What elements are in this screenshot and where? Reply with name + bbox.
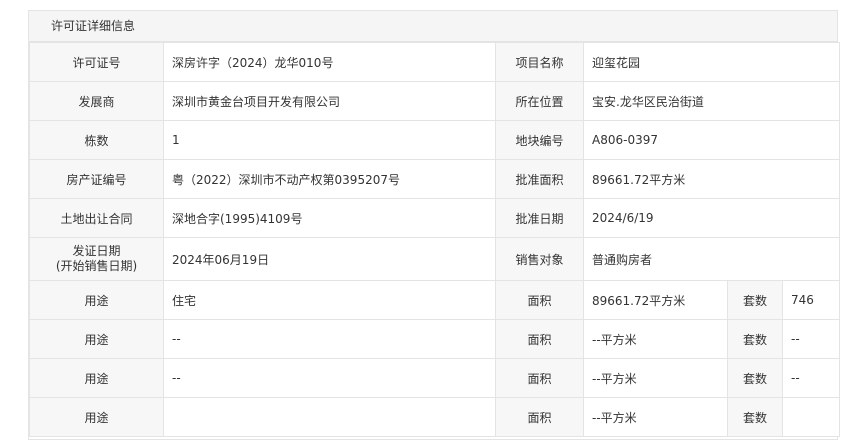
- project-name-value: 迎玺花园: [583, 42, 840, 82]
- project-name-label: 项目名称: [495, 42, 584, 82]
- units-label: 套数: [727, 397, 783, 437]
- usage-row: 用途 -- 面积 --平方米 套数 --: [29, 319, 840, 359]
- units-label: 套数: [727, 319, 783, 359]
- sales-target-value: 普通购房者: [583, 237, 840, 281]
- units-value: --: [782, 358, 840, 398]
- approved-date-label: 批准日期: [495, 198, 584, 238]
- area-label: 面积: [495, 280, 584, 320]
- land-contract-value: 深地合字(1995)4109号: [163, 198, 496, 238]
- issue-date-label: 发证日期 (开始销售日期): [29, 237, 164, 281]
- location-label: 所在位置: [495, 81, 584, 121]
- units-value: 746: [782, 280, 840, 320]
- parcel-number-value: A806-0397: [583, 120, 840, 160]
- table-row: 许可证号 深房许字（2024）龙华010号 项目名称 迎玺花园: [29, 42, 840, 82]
- license-info-table: 许可证号 深房许字（2024）龙华010号 项目名称 迎玺花园 发展商 深圳市黄…: [29, 42, 840, 437]
- usage-value: --: [163, 358, 496, 398]
- parcel-number-label: 地块编号: [495, 120, 584, 160]
- units-label: 套数: [727, 358, 783, 398]
- approved-date-value: 2024/6/19: [583, 198, 840, 238]
- building-count-value: 1: [163, 120, 496, 160]
- usage-row: 用途 -- 面积 --平方米 套数 --: [29, 358, 840, 398]
- area-value: --平方米: [583, 319, 728, 359]
- area-label: 面积: [495, 397, 584, 437]
- table-row: 土地出让合同 深地合字(1995)4109号 批准日期 2024/6/19: [29, 198, 840, 238]
- panel-title: 许可证详细信息: [29, 11, 837, 42]
- table-row: 发展商 深圳市黄金台项目开发有限公司 所在位置 宝安.龙华区民治街道: [29, 81, 840, 121]
- license-number-value: 深房许字（2024）龙华010号: [163, 42, 496, 82]
- sales-target-label: 销售对象: [495, 237, 584, 281]
- property-cert-label: 房产证编号: [29, 159, 164, 199]
- land-contract-label: 土地出让合同: [29, 198, 164, 238]
- issue-date-label-line2: (开始销售日期): [55, 259, 138, 273]
- usage-value: --: [163, 319, 496, 359]
- approved-area-value: 89661.72平方米: [583, 159, 840, 199]
- area-label: 面积: [495, 358, 584, 398]
- units-label: 套数: [727, 280, 783, 320]
- table-row: 栋数 1 地块编号 A806-0397: [29, 120, 840, 160]
- usage-row: 用途 面积 --平方米 套数: [29, 397, 840, 437]
- location-value: 宝安.龙华区民治街道: [583, 81, 840, 121]
- developer-label: 发展商: [29, 81, 164, 121]
- table-row: 房产证编号 粤（2022）深圳市不动产权第0395207号 批准面积 89661…: [29, 159, 840, 199]
- table-row: 发证日期 (开始销售日期) 2024年06月19日 销售对象 普通购房者: [29, 237, 840, 281]
- usage-label: 用途: [29, 280, 164, 320]
- area-value: --平方米: [583, 358, 728, 398]
- usage-label: 用途: [29, 397, 164, 437]
- usage-label: 用途: [29, 319, 164, 359]
- area-value: --平方米: [583, 397, 728, 437]
- usage-label: 用途: [29, 358, 164, 398]
- area-value: 89661.72平方米: [583, 280, 728, 320]
- usage-row: 用途 住宅 面积 89661.72平方米 套数 746: [29, 280, 840, 320]
- issue-date-value: 2024年06月19日: [163, 237, 496, 281]
- building-count-label: 栋数: [29, 120, 164, 160]
- developer-value: 深圳市黄金台项目开发有限公司: [163, 81, 496, 121]
- area-label: 面积: [495, 319, 584, 359]
- approved-area-label: 批准面积: [495, 159, 584, 199]
- property-cert-value: 粤（2022）深圳市不动产权第0395207号: [163, 159, 496, 199]
- usage-value: 住宅: [163, 280, 496, 320]
- units-value: [782, 397, 840, 437]
- issue-date-label-line1: 发证日期: [72, 244, 121, 258]
- units-value: --: [782, 319, 840, 359]
- license-detail-panel: 许可证详细信息 许可证号 深房许字（2024）龙华010号 项目名称 迎玺花园 …: [28, 10, 840, 440]
- usage-value: [163, 397, 496, 437]
- license-number-label: 许可证号: [29, 42, 164, 82]
